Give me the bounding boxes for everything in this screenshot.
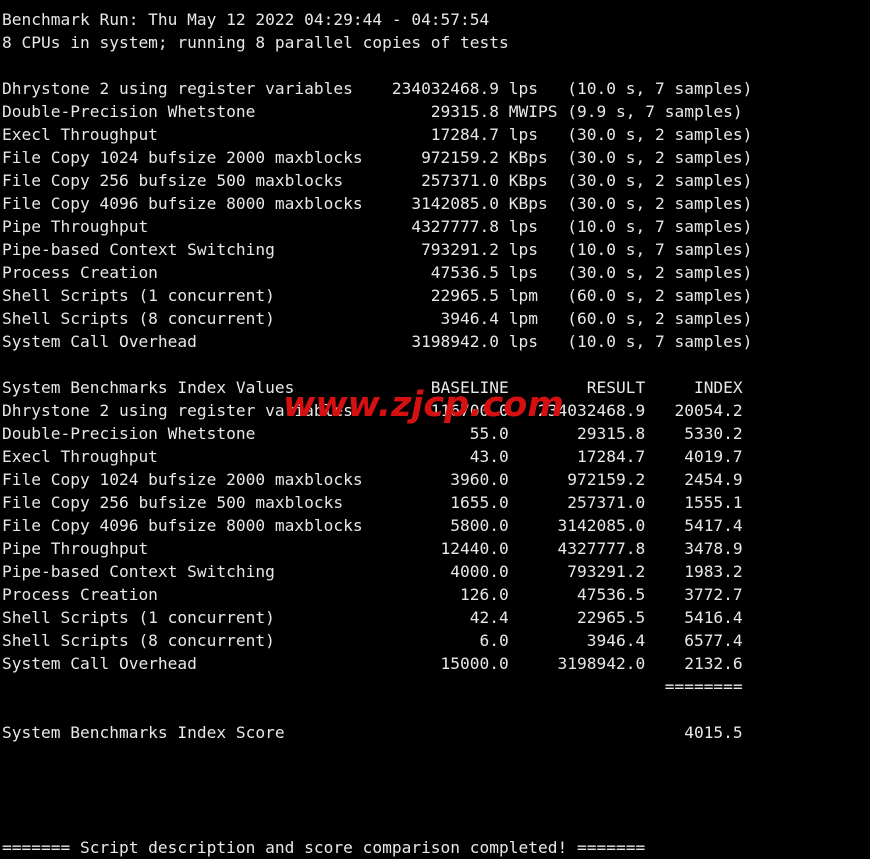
blank-line bbox=[0, 813, 870, 836]
index-row: Shell Scripts (8 concurrent) 6.0 3946.4 … bbox=[0, 629, 870, 652]
terminal-output: ----------------------------------------… bbox=[0, 0, 870, 816]
blank-line bbox=[0, 353, 870, 376]
index-row: Double-Precision Whetstone 55.0 29315.8 … bbox=[0, 422, 870, 445]
result-row: Process Creation 47536.5 lps (30.0 s, 2 … bbox=[0, 261, 870, 284]
cpu-info-line: 8 CPUs in system; running 8 parallel cop… bbox=[0, 31, 870, 54]
blank-line bbox=[0, 54, 870, 77]
result-row: File Copy 256 bufsize 500 maxblocks 2573… bbox=[0, 169, 870, 192]
blank-line bbox=[0, 698, 870, 721]
index-row: Process Creation 126.0 47536.5 3772.7 bbox=[0, 583, 870, 606]
result-row: File Copy 1024 bufsize 2000 maxblocks 97… bbox=[0, 146, 870, 169]
benchmark-results-block: Dhrystone 2 using register variables 234… bbox=[0, 77, 870, 353]
index-row: Dhrystone 2 using register variables 116… bbox=[0, 399, 870, 422]
result-row: Pipe Throughput 4327777.8 lps (10.0 s, 7… bbox=[0, 215, 870, 238]
script-completed-footer: ======= Script description and score com… bbox=[0, 836, 870, 859]
blank-line bbox=[0, 744, 870, 767]
index-row: Pipe Throughput 12440.0 4327777.8 3478.9 bbox=[0, 537, 870, 560]
index-row: Shell Scripts (1 concurrent) 42.4 22965.… bbox=[0, 606, 870, 629]
benchmark-run-header: Benchmark Run: Thu May 12 2022 04:29:44 … bbox=[0, 8, 870, 31]
result-row: Dhrystone 2 using register variables 234… bbox=[0, 77, 870, 100]
index-score-line: System Benchmarks Index Score 4015.5 bbox=[0, 721, 870, 744]
result-row: System Call Overhead 3198942.0 lps (10.0… bbox=[0, 330, 870, 353]
result-row: Pipe-based Context Switching 793291.2 lp… bbox=[0, 238, 870, 261]
index-table-header: System Benchmarks Index Values BASELINE … bbox=[0, 376, 870, 399]
index-row: Pipe-based Context Switching 4000.0 7932… bbox=[0, 560, 870, 583]
result-row: Shell Scripts (1 concurrent) 22965.5 lpm… bbox=[0, 284, 870, 307]
index-row: File Copy 1024 bufsize 2000 maxblocks 39… bbox=[0, 468, 870, 491]
index-row: Execl Throughput 43.0 17284.7 4019.7 bbox=[0, 445, 870, 468]
blank-line bbox=[0, 790, 870, 813]
index-separator-rule: ======== bbox=[0, 675, 870, 698]
blank-line bbox=[0, 767, 870, 790]
result-row: Execl Throughput 17284.7 lps (30.0 s, 2 … bbox=[0, 123, 870, 146]
result-row: File Copy 4096 bufsize 8000 maxblocks 31… bbox=[0, 192, 870, 215]
result-row: Double-Precision Whetstone 29315.8 MWIPS… bbox=[0, 100, 870, 123]
index-row: File Copy 256 bufsize 500 maxblocks 1655… bbox=[0, 491, 870, 514]
index-row: File Copy 4096 bufsize 8000 maxblocks 58… bbox=[0, 514, 870, 537]
index-row: System Call Overhead 15000.0 3198942.0 2… bbox=[0, 652, 870, 675]
index-table-rows: Dhrystone 2 using register variables 116… bbox=[0, 399, 870, 675]
result-row: Shell Scripts (8 concurrent) 3946.4 lpm … bbox=[0, 307, 870, 330]
